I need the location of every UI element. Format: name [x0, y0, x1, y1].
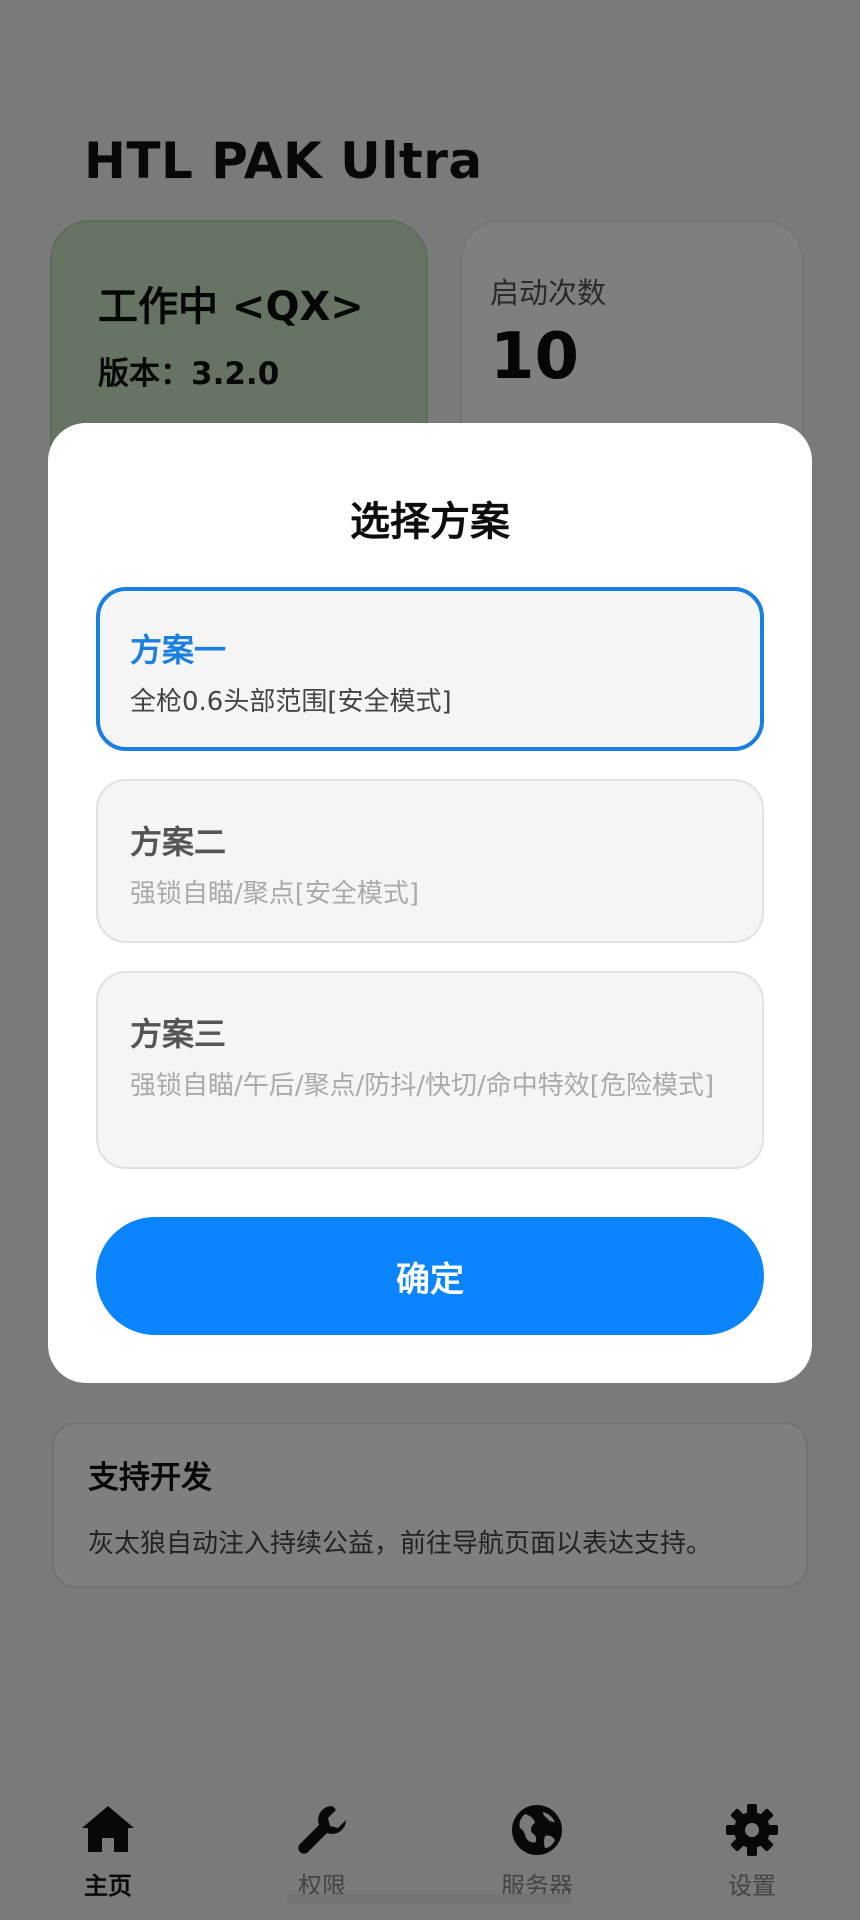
plan-option-3[interactable]: 方案三 强锁自瞄/午后/聚点/防抖/快切/命中特效[危险模式]: [96, 971, 764, 1169]
plan-option-1[interactable]: 方案一 全枪0.6头部范围[安全模式]: [96, 587, 764, 751]
plan-option-title: 方案二: [130, 823, 227, 861]
select-plan-dialog: 选择方案 方案一 全枪0.6头部范围[安全模式] 方案二 强锁自瞄/聚点[安全模…: [48, 423, 812, 1383]
plan-option-description: 强锁自瞄/午后/聚点/防抖/快切/命中特效[危险模式]: [130, 1071, 715, 1101]
plan-option-description: 强锁自瞄/聚点[安全模式]: [130, 879, 420, 909]
dialog-title: 选择方案: [350, 499, 510, 545]
plan-option-2[interactable]: 方案二 强锁自瞄/聚点[安全模式]: [96, 779, 764, 943]
plan-option-title: 方案一: [130, 631, 227, 669]
plan-option-description: 全枪0.6头部范围[安全模式]: [130, 687, 452, 717]
confirm-button[interactable]: 确定: [96, 1217, 764, 1335]
plan-option-title: 方案三: [130, 1015, 227, 1053]
